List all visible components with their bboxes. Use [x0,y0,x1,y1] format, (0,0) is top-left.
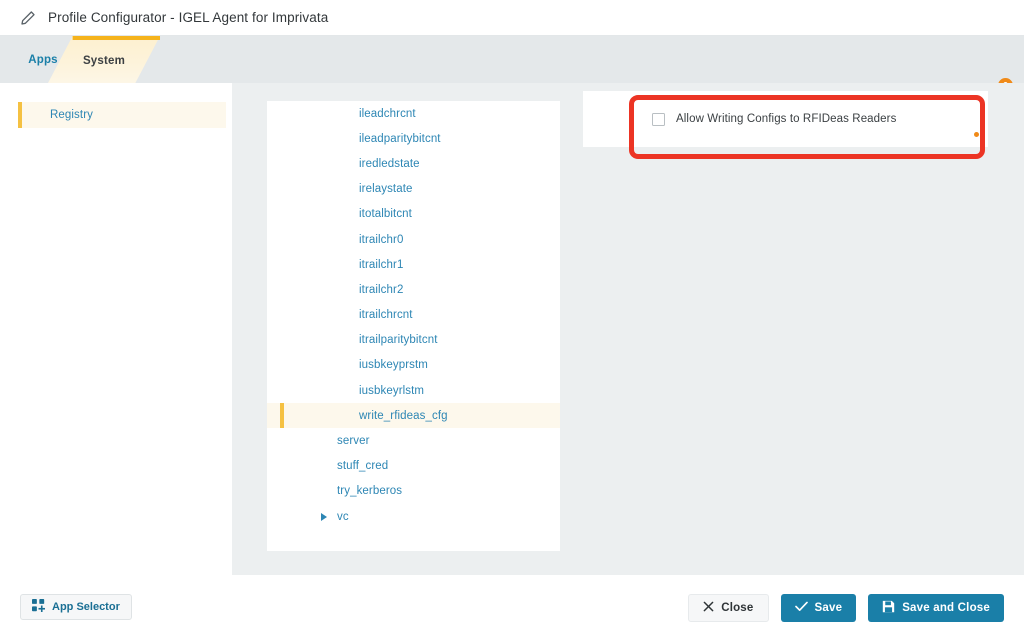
tree-item-label: try_kerberos [267,485,402,497]
tree-item[interactable]: irelaystate [267,177,560,202]
tree-item-label: itrailchr2 [267,284,403,296]
close-x-icon [703,601,714,615]
tree-item-selected-accent [280,403,284,428]
tree-item[interactable]: itrailchr2 [267,277,560,302]
tree-item-label: irelaystate [267,183,413,195]
tab-system[interactable]: System [48,36,160,83]
close-button[interactable]: Close [688,594,768,622]
footer-bar: App Selector Close Save [0,575,1024,638]
app-selector-label: App Selector [52,601,120,613]
tree-item[interactable]: iusbkeyprstm [267,353,560,378]
allow-writing-configs-checkbox[interactable] [652,113,665,126]
apps-grid-icon [32,599,45,615]
tab-system-label: System [83,55,125,67]
tree-item[interactable]: stuff_cred [267,454,560,479]
save-button-label: Save [815,602,843,614]
left-sidebar: Registry [0,83,232,575]
tree-item[interactable]: ileadchrcnt [267,101,560,126]
tree-item-label: itrailchrcnt [267,309,413,321]
modified-indicator-dot [974,132,979,137]
tree-item-label: vc [267,511,349,523]
settings-panel: Allow Writing Configs to RFIDeas Readers [583,91,988,147]
registry-tree-panel: ileadchrcnt ileadparitybitcnt iredledstate… [267,101,560,551]
tree-item[interactable]: ileadparitybitcnt [267,126,560,151]
tree-item-label: itrailchr1 [267,259,403,271]
tree-item[interactable]: vc [267,504,560,529]
sidebar-item-registry[interactable]: Registry [18,102,226,128]
tree-item-label: write_rfideas_cfg [267,410,448,422]
save-and-close-button-label: Save and Close [902,602,990,614]
tree-item-label: server [267,435,370,447]
registry-tree: ileadchrcnt ileadparitybitcnt iredledstate… [267,101,560,529]
tree-item-label: stuff_cred [267,460,388,472]
tree-item-label: iusbkeyprstm [267,359,428,371]
app-selector-button[interactable]: App Selector [20,594,132,620]
tree-item-label: iredledstate [267,158,420,170]
tree-item-label: itotalbitcnt [267,208,412,220]
tree-item-label: ileadchrcnt [267,108,416,120]
page-title: Profile Configurator - IGEL Agent for Im… [48,10,328,25]
sidebar-item-label: Registry [18,109,93,121]
tree-item-label: itrailchr0 [267,234,403,246]
tree-item-label: iusbkeyrlstm [267,385,424,397]
chevron-right-icon[interactable] [319,512,329,522]
floppy-disk-icon [882,600,895,616]
tree-item-label: ileadparitybitcnt [267,133,441,145]
tree-item-label: itrailparitybitcnt [267,334,438,346]
profile-configurator-window: Profile Configurator - IGEL Agent for Im… [0,0,1024,638]
main-tab-bar: Apps System [0,36,1024,83]
close-button-label: Close [721,602,753,614]
tree-item[interactable]: itrailchr0 [267,227,560,252]
tree-item[interactable]: itrailparitybitcnt [267,328,560,353]
save-and-close-button[interactable]: Save and Close [868,594,1004,622]
tree-item[interactable]: itotalbitcnt [267,202,560,227]
tree-item[interactable]: itrailchrcnt [267,303,560,328]
content-area: ileadchrcnt ileadparitybitcnt iredledstate… [232,83,1024,575]
tree-item[interactable]: iredledstate [267,151,560,176]
tree-item[interactable]: itrailchr1 [267,252,560,277]
sidebar-active-accent [18,102,22,128]
window-title-bar: Profile Configurator - IGEL Agent for Im… [0,0,1024,36]
tree-item[interactable]: write_rfideas_cfg [267,403,560,428]
setting-row-allow-writing-configs[interactable]: Allow Writing Configs to RFIDeas Readers [630,91,988,147]
check-icon [795,601,808,615]
tree-item[interactable]: server [267,428,560,453]
tree-item[interactable]: try_kerberos [267,479,560,504]
footer-action-buttons: Close Save Save and Cl [688,594,1004,622]
allow-writing-configs-label: Allow Writing Configs to RFIDeas Readers [676,113,896,125]
tree-item[interactable]: iusbkeyrlstm [267,378,560,403]
save-button[interactable]: Save [781,594,857,622]
pencil-icon [20,10,36,26]
